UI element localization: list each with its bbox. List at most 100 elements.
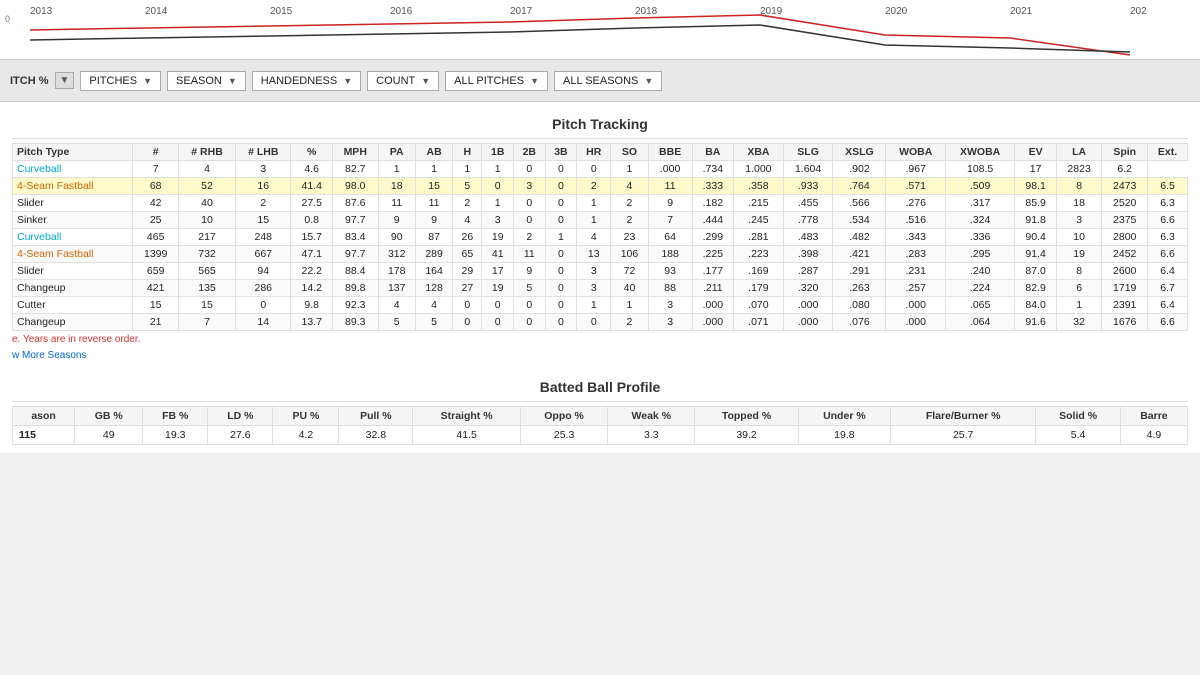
pitch-type-cell: 4-Seam Fastball: [13, 246, 133, 263]
batted-col-oppo: Oppo %: [520, 407, 607, 426]
table-cell: 11: [415, 195, 452, 212]
chart-area: 2013 2014 2015 2016 2017 2018 2019 2020 …: [0, 0, 1200, 60]
table-cell: 1: [453, 161, 482, 178]
col-pct: %: [291, 144, 332, 161]
table-cell: 7: [178, 314, 235, 331]
table-cell: .000: [648, 161, 692, 178]
table-cell: 3: [236, 161, 291, 178]
table-cell: 9: [415, 212, 452, 229]
table-cell: 3: [577, 263, 611, 280]
table-cell: 289: [415, 246, 452, 263]
table-cell: .065: [945, 297, 1014, 314]
table-cell: 0: [236, 297, 291, 314]
table-cell: 87.0: [1015, 263, 1056, 280]
trend-chart: 2013 2014 2015 2016 2017 2018 2019 2020 …: [0, 0, 1200, 60]
table-cell: 1: [415, 161, 452, 178]
table-cell: 64: [648, 229, 692, 246]
table-cell: .571: [886, 178, 946, 195]
table-cell: 42: [133, 195, 179, 212]
season-dropdown[interactable]: SEASON ▼: [167, 71, 246, 91]
batted-col-pu: PU %: [273, 407, 339, 426]
batted-data-cell: 4.2: [273, 426, 339, 445]
table-cell: 1.604: [783, 161, 833, 178]
table-cell: 2600: [1102, 263, 1148, 280]
table-cell: 3: [648, 314, 692, 331]
table-cell: 27.5: [291, 195, 332, 212]
table-cell: 1: [482, 161, 514, 178]
col-hr: HR: [577, 144, 611, 161]
table-cell: 87: [415, 229, 452, 246]
table-cell: 65: [453, 246, 482, 263]
table-cell: 26: [453, 229, 482, 246]
table-cell: 2800: [1102, 229, 1148, 246]
col-woba: WOBA: [886, 144, 946, 161]
table-cell: 15: [236, 212, 291, 229]
table-cell: .283: [886, 246, 946, 263]
table-cell: .245: [734, 212, 784, 229]
table-cell: 3: [514, 178, 546, 195]
count-arrow-icon: ▼: [421, 76, 430, 86]
table-cell: .257: [886, 280, 946, 297]
table-cell: 1: [482, 195, 514, 212]
filter-bar: ITCH % ▼ PITCHES ▼ SEASON ▼ HANDEDNESS ▼…: [0, 60, 1200, 102]
table-cell: 4: [178, 161, 235, 178]
handedness-dropdown[interactable]: HANDEDNESS ▼: [252, 71, 361, 91]
table-row: Changeup2171413.789.3550000023.000.071.0…: [13, 314, 1188, 331]
table-cell: 6.5: [1148, 178, 1188, 195]
table-cell: 97.7: [332, 212, 378, 229]
table-cell: 6.6: [1148, 314, 1188, 331]
table-cell: 0: [514, 297, 546, 314]
batted-ball-table: ason GB % FB % LD % PU % Pull % Straight…: [12, 406, 1188, 445]
table-cell: .343: [886, 229, 946, 246]
table-cell: 11: [378, 195, 415, 212]
table-cell: .455: [783, 195, 833, 212]
table-cell: 84.0: [1015, 297, 1056, 314]
col-mph: MPH: [332, 144, 378, 161]
table-cell: 6.3: [1148, 229, 1188, 246]
table-cell: 10: [178, 212, 235, 229]
table-cell: .933: [783, 178, 833, 195]
table-cell: 2823: [1056, 161, 1102, 178]
col-ab: AB: [415, 144, 452, 161]
batted-data-cell: 27.6: [208, 426, 273, 445]
table-cell: 164: [415, 263, 452, 280]
table-cell: 91.4: [1015, 246, 1056, 263]
table-cell: 1: [577, 297, 611, 314]
batted-col-straight: Straight %: [413, 407, 521, 426]
table-cell: .240: [945, 263, 1014, 280]
table-cell: 421: [133, 280, 179, 297]
table-cell: 41: [482, 246, 514, 263]
all-pitches-dropdown[interactable]: ALL PITCHES ▼: [445, 71, 548, 91]
itch-pct-arrow[interactable]: ▼: [55, 72, 75, 89]
note-text: e. Years are in reverse order.: [12, 331, 1188, 348]
show-more-button[interactable]: w More Seasons: [12, 348, 1188, 363]
table-cell: 6.3: [1148, 195, 1188, 212]
table-cell: 90: [378, 229, 415, 246]
table-cell: 72: [611, 263, 648, 280]
table-cell: 5: [514, 280, 546, 297]
col-3b: 3B: [545, 144, 577, 161]
batted-row: 1154919.327.64.232.841.525.33.339.219.82…: [13, 426, 1188, 445]
table-cell: 40: [178, 195, 235, 212]
col-rhb: # RHB: [178, 144, 235, 161]
col-ba: BA: [692, 144, 733, 161]
table-cell: 68: [133, 178, 179, 195]
count-dropdown[interactable]: COUNT ▼: [367, 71, 439, 91]
pitches-dropdown[interactable]: PITCHES ▼: [80, 71, 161, 91]
table-cell: 40: [611, 280, 648, 297]
table-cell: 4: [378, 297, 415, 314]
table-cell: 8: [1056, 178, 1102, 195]
all-pitches-arrow-icon: ▼: [530, 76, 539, 86]
table-cell: 5: [453, 178, 482, 195]
table-cell: 137: [378, 280, 415, 297]
col-pitch-type: Pitch Type: [13, 144, 133, 161]
table-row: Curveball46521724815.783.490872619214236…: [13, 229, 1188, 246]
season-arrow-icon: ▼: [228, 76, 237, 86]
table-cell: 2391: [1102, 297, 1148, 314]
all-seasons-dropdown[interactable]: ALL SEASONS ▼: [554, 71, 662, 91]
table-cell: 87.6: [332, 195, 378, 212]
handedness-arrow-icon: ▼: [343, 76, 352, 86]
table-cell: 98.1: [1015, 178, 1056, 195]
table-cell: .070: [734, 297, 784, 314]
table-cell: 659: [133, 263, 179, 280]
